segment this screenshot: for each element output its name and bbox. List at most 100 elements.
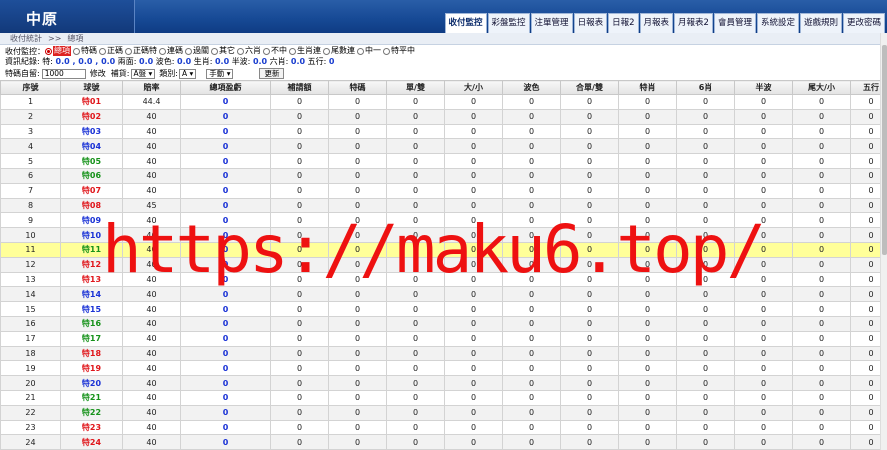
monitor-option-3[interactable]: 正碼特	[125, 46, 157, 56]
cell-value: 0	[386, 345, 445, 362]
monitor-option-4[interactable]: 連碼	[159, 46, 183, 56]
table-row[interactable]: 6 特06 40 0 0 0 0 0 0 0 0 0 0 0 0	[0, 167, 880, 184]
tab-8[interactable]: 系統設定	[756, 13, 799, 33]
vertical-scrollbar[interactable]	[880, 33, 887, 450]
cell-value: 0	[676, 271, 735, 288]
table-row[interactable]: 24 特24 40 0 0 0 0 0 0 0 0 0 0 0 0	[0, 434, 880, 450]
tab-2[interactable]: 注單管理	[530, 13, 573, 33]
table-header-row: 序號 球號 賠率 總項盈虧 補請額 特碼 單/雙 大/小 波色 合單/雙 特肖 6肖 半波 尾大/小 五行	[0, 80, 880, 95]
table-row[interactable]: 11 特11 40 0 0 0 0 0 0 0 0 0 0 0 0	[0, 241, 880, 258]
cell-value: 0	[386, 108, 445, 125]
radio-icon[interactable]	[237, 47, 244, 55]
cell-value: 0	[676, 212, 735, 229]
category-select[interactable]: A ▾	[179, 68, 197, 79]
cell-value: 0	[618, 434, 677, 450]
cell-value: 0	[502, 227, 561, 243]
tab-0[interactable]: 收付監控	[444, 13, 487, 33]
mode-select[interactable]: 手動 ▾	[206, 68, 234, 79]
cell-value: 0	[560, 360, 619, 377]
table-row[interactable]: 4 特04 40 0 0 0 0 0 0 0 0 0 0 0 0	[0, 138, 880, 155]
table-row[interactable]: 9 特09 40 0 0 0 0 0 0 0 0 0 0 0 0	[0, 212, 880, 229]
table-row[interactable]: 1 特01 44.4 0 0 0 0 0 0 0 0 0 0 0 0	[0, 94, 880, 110]
tab-4[interactable]: 日報2	[608, 13, 639, 33]
cell-value: 0	[792, 404, 851, 421]
cell-value: 0	[444, 434, 503, 450]
table-row[interactable]: 8 特08 45 0 0 0 0 0 0 0 0 0 0 0 0	[0, 197, 880, 214]
breadcrumb-item-stats[interactable]: 收付統計	[10, 34, 42, 43]
table-row[interactable]: 10 特10 40 0 0 0 0 0 0 0 0 0 0 0 0	[0, 227, 880, 243]
radio-icon[interactable]	[125, 47, 132, 55]
table-row[interactable]: 3 特03 40 0 0 0 0 0 0 0 0 0 0 0 0	[0, 123, 880, 140]
table-row[interactable]: 12 特12 40 0 0 0 0 0 0 0 0 0 0 0 0	[0, 256, 880, 273]
cell-value: 0	[270, 212, 329, 229]
monitor-option-0[interactable]: 總項	[45, 46, 71, 56]
table-row[interactable]: 7 特07 40 0 0 0 0 0 0 0 0 0 0 0 0	[0, 182, 880, 199]
row-number: 16	[0, 315, 61, 332]
radio-icon[interactable]	[99, 47, 106, 55]
radio-icon[interactable]	[357, 47, 364, 55]
odds-value: 40	[122, 434, 181, 450]
table-row[interactable]: 14 特14 40 0 0 0 0 0 0 0 0 0 0 0 0	[0, 286, 880, 303]
cell-value: 0	[444, 360, 503, 377]
monitor-option-8[interactable]: 不中	[263, 46, 287, 56]
cell-value: 0	[270, 301, 329, 317]
table-row[interactable]: 23 特23 40 0 0 0 0 0 0 0 0 0 0 0 0	[0, 419, 880, 436]
tab-5[interactable]: 月報表	[639, 13, 674, 33]
table-row[interactable]: 13 特13 40 0 0 0 0 0 0 0 0 0 0 0 0	[0, 271, 880, 288]
table-row[interactable]: 2 特02 40 0 0 0 0 0 0 0 0 0 0 0 0	[0, 108, 880, 125]
radio-icon[interactable]	[185, 47, 192, 55]
radio-icon[interactable]	[45, 47, 52, 55]
refresh-button[interactable]: 更新	[259, 68, 285, 79]
monitor-option-6[interactable]: 其它	[211, 46, 235, 56]
radio-icon[interactable]	[263, 47, 270, 55]
tab-3[interactable]: 日報表	[573, 13, 608, 33]
monitor-option-10[interactable]: 尾數連	[323, 46, 355, 56]
table-row[interactable]: 19 特19 40 0 0 0 0 0 0 0 0 0 0 0 0	[0, 360, 880, 377]
table-row[interactable]: 16 特16 40 0 0 0 0 0 0 0 0 0 0 0 0	[0, 315, 880, 332]
monitor-option-9[interactable]: 生肖連	[289, 46, 321, 56]
restock-select[interactable]: A盤 ▾	[130, 68, 156, 79]
cell-value: 0	[444, 301, 503, 317]
table-body: 1 特01 44.4 0 0 0 0 0 0 0 0 0 0 0 0 2 特02 40 0 0 0 0 0 0 0 0 0 0 0 0 3 特…	[0, 94, 880, 450]
tab-6[interactable]: 月報表2	[674, 13, 713, 33]
cell-value: 0	[734, 315, 793, 332]
table-row[interactable]: 17 特17 40 0 0 0 0 0 0 0 0 0 0 0 0	[0, 330, 880, 347]
odds-value: 40	[122, 182, 181, 199]
tab-9[interactable]: 遊戲規則	[799, 13, 842, 33]
radio-icon[interactable]	[323, 47, 330, 55]
monitor-option-1[interactable]: 特碼	[73, 46, 97, 56]
monitor-option-12[interactable]: 特平中	[383, 46, 415, 56]
odds-value: 40	[122, 123, 181, 140]
radio-icon[interactable]	[73, 47, 80, 55]
monitor-option-7[interactable]: 六肖	[237, 46, 261, 56]
radio-icon[interactable]	[289, 47, 296, 55]
table-row[interactable]: 5 特05 40 0 0 0 0 0 0 0 0 0 0 0 0	[0, 153, 880, 169]
cell-value: 0	[676, 182, 735, 199]
modify-label[interactable]: 修改	[90, 69, 106, 79]
cell-value: 0	[792, 419, 851, 436]
radio-icon[interactable]	[383, 47, 390, 55]
table-row[interactable]: 18 特18 40 0 0 0 0 0 0 0 0 0 0 0 0	[0, 345, 880, 362]
cell-value: 0	[328, 389, 387, 406]
tab-1[interactable]: 彩盤監控	[487, 13, 530, 33]
radio-icon[interactable]	[211, 47, 218, 55]
tab-10[interactable]: 更改密碼	[842, 13, 885, 33]
cell-value: 0	[270, 138, 329, 155]
cell-value: 0	[618, 94, 677, 110]
cell-value: 0	[676, 315, 735, 332]
monitor-option-2[interactable]: 正碼	[99, 46, 123, 56]
scrollbar-thumb[interactable]	[882, 45, 887, 255]
reserve-input[interactable]: 1000	[41, 68, 86, 79]
table-row[interactable]: 20 特20 40 0 0 0 0 0 0 0 0 0 0 0 0	[0, 375, 880, 391]
table-row[interactable]: 22 特22 40 0 0 0 0 0 0 0 0 0 0 0 0	[0, 404, 880, 421]
radio-icon[interactable]	[159, 47, 166, 55]
table-row[interactable]: 21 特21 40 0 0 0 0 0 0 0 0 0 0 0 0	[0, 389, 880, 406]
monitor-option-5[interactable]: 過關	[185, 46, 209, 56]
tab-7[interactable]: 會員管理	[713, 13, 756, 33]
cell-value: 0	[676, 227, 735, 243]
monitor-option-11[interactable]: 中一	[357, 46, 381, 56]
cell-value: 0	[850, 212, 880, 229]
cell-value: 0	[386, 94, 445, 110]
table-row[interactable]: 15 特15 40 0 0 0 0 0 0 0 0 0 0 0 0	[0, 301, 880, 317]
total-profit-value: 0	[180, 182, 271, 199]
